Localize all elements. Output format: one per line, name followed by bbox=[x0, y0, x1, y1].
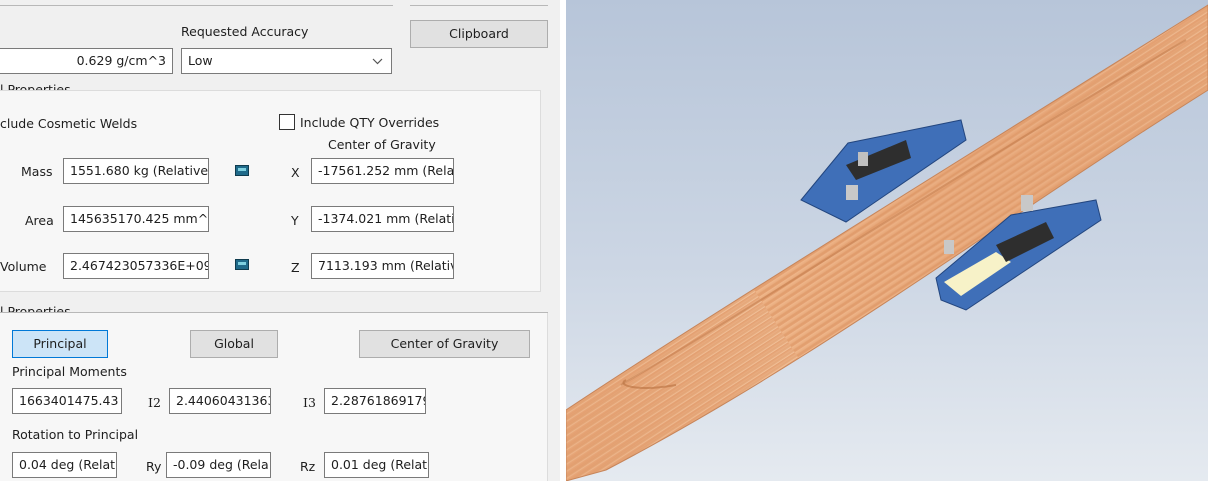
center-of-gravity-label: Center of Gravity bbox=[328, 137, 436, 152]
include-cosmetic-welds-label: clude Cosmetic Welds bbox=[0, 116, 138, 131]
i1-field[interactable]: 1663401475.43 bbox=[12, 388, 122, 414]
center-of-gravity-button[interactable]: Center of Gravity bbox=[359, 330, 530, 358]
cog-y-label: Y bbox=[291, 213, 299, 228]
rz-label: Rz bbox=[300, 459, 316, 474]
top-separator-right bbox=[410, 5, 548, 6]
cog-y-field[interactable]: -1374.021 mm (Relati bbox=[311, 206, 454, 232]
hull-shape bbox=[566, 4, 1208, 481]
area-field[interactable]: 145635170.425 mm^: bbox=[63, 206, 209, 232]
mass-label: Mass bbox=[21, 164, 53, 179]
ry-field[interactable]: -0.09 deg (Rela bbox=[166, 452, 271, 478]
rz-field[interactable]: 0.01 deg (Relat bbox=[324, 452, 429, 478]
global-button[interactable]: Global bbox=[190, 330, 278, 358]
clipboard-button[interactable]: Clipboard bbox=[410, 20, 548, 48]
volume-field[interactable]: 2.467423057336E+09 bbox=[63, 253, 209, 279]
density-field[interactable]: 0.629 g/cm^3 bbox=[0, 48, 173, 74]
properties-panel: Requested Accuracy 0.629 g/cm^3 Low Clip… bbox=[0, 0, 560, 481]
include-qty-overrides-checkbox[interactable] bbox=[279, 114, 295, 130]
include-qty-overrides-label: Include QTY Overrides bbox=[300, 115, 440, 130]
cog-z-label: Z bbox=[291, 260, 300, 275]
rotation-to-principal-label: Rotation to Principal bbox=[12, 427, 139, 442]
i3-field[interactable]: 2.28761869179 bbox=[324, 388, 426, 414]
principal-moments-label: Principal Moments bbox=[12, 364, 127, 379]
ry-label: Ry bbox=[146, 459, 162, 474]
mass-field[interactable]: 1551.680 kg (Relative bbox=[63, 158, 209, 184]
top-separator bbox=[0, 5, 393, 6]
requested-accuracy-label: Requested Accuracy bbox=[181, 24, 309, 39]
i2-label: I2 bbox=[148, 395, 161, 410]
chevron-down-icon bbox=[372, 49, 383, 73]
inertial-properties-group: Principal Global Center of Gravity Princ… bbox=[0, 313, 548, 481]
volume-label: Volume bbox=[0, 259, 47, 274]
cog-x-label: X bbox=[291, 165, 300, 180]
general-properties-group: clude Cosmetic Welds Include QTY Overrid… bbox=[0, 90, 541, 292]
calculator-icon[interactable] bbox=[235, 165, 249, 176]
principal-button[interactable]: Principal bbox=[12, 330, 108, 358]
hull-model bbox=[566, 4, 1208, 481]
area-label: Area bbox=[25, 213, 54, 228]
cog-z-field[interactable]: 7113.193 mm (Relativ bbox=[311, 253, 454, 279]
rx-field[interactable]: 0.04 deg (Relat bbox=[12, 452, 117, 478]
i3-label: I3 bbox=[303, 395, 316, 410]
calculator-icon[interactable] bbox=[235, 259, 249, 270]
cog-x-field[interactable]: -17561.252 mm (Rela bbox=[311, 158, 454, 184]
model-viewport[interactable] bbox=[566, 0, 1208, 481]
accuracy-selected-value: Low bbox=[188, 53, 213, 68]
accuracy-select[interactable]: Low bbox=[181, 48, 392, 74]
i2-field[interactable]: 2.44060431363 bbox=[169, 388, 271, 414]
